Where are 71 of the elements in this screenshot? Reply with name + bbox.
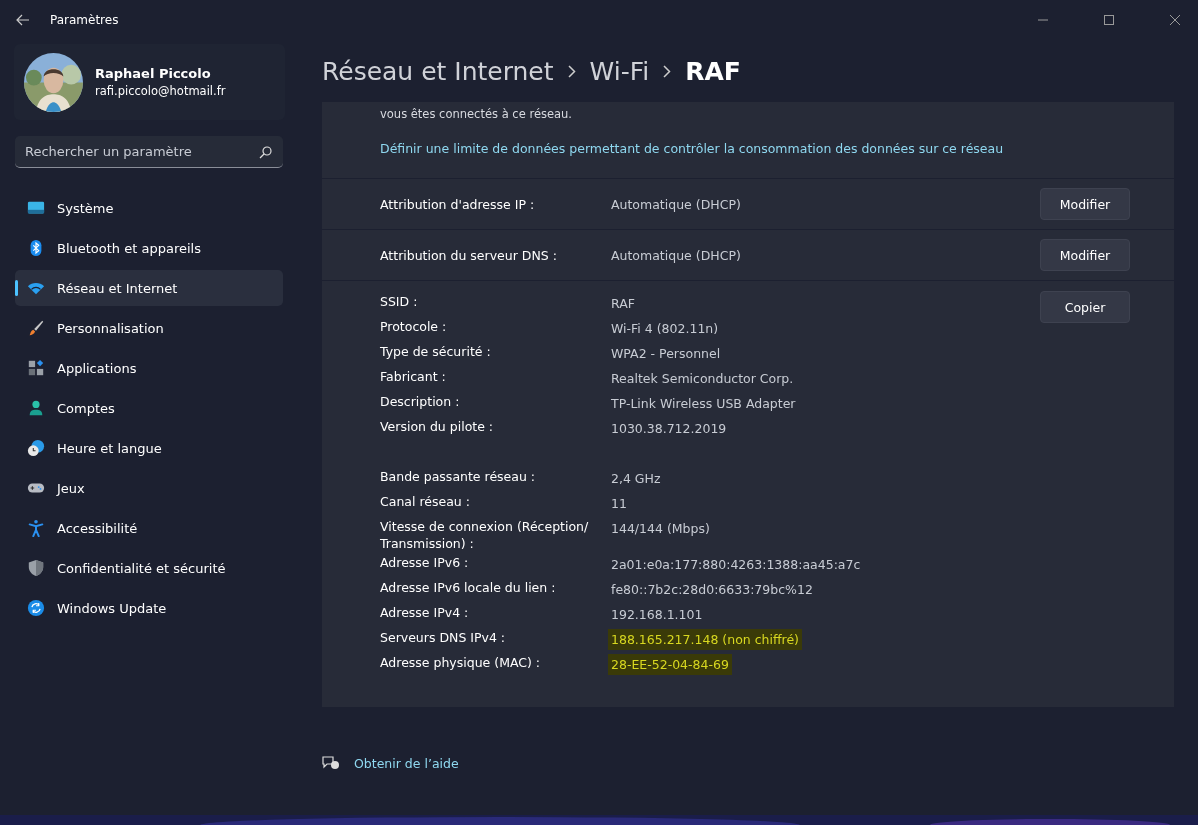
property-value: fe80::7b2c:28d0:6633:79bc%12 [610, 581, 814, 599]
property-label: SSID : [380, 293, 419, 310]
property-value: TP-Link Wireless USB Adapter [610, 395, 797, 413]
property-label: Version du pilote : [380, 418, 495, 435]
sidebar-item[interactable]: Accessibilité [15, 510, 283, 546]
property-label: Vitesse de connexion (Réception/ Transmission) : [380, 518, 590, 552]
sidebar-item[interactable]: Applications [15, 350, 283, 386]
chevron-icon [567, 64, 576, 78]
property-value: WPA2 - Personnel [610, 345, 722, 363]
sidebar-item[interactable]: Heure et langue [15, 430, 283, 466]
sidebar-item[interactable]: Comptes [15, 390, 283, 426]
copy-button[interactable]: Copier [1040, 291, 1130, 323]
user-email: rafi.piccolo@hotmail.fr [95, 84, 226, 98]
breadcrumb-link[interactable]: Réseau et Internet [322, 56, 554, 86]
page-title: RAF [685, 56, 741, 86]
user-card[interactable]: Raphael Piccolo rafi.piccolo@hotmail.fr [14, 44, 285, 120]
user-name: Raphael Piccolo [95, 66, 212, 81]
property-value: Wi-Fi 4 (802.11n) [610, 320, 720, 338]
data-limit-link[interactable]: Définir une limite de données permettant de contrôler la consommation des données sur ce réseau [380, 141, 1004, 156]
property-value: Realtek Semiconductor Corp. [610, 370, 795, 388]
setting-value: Automatique (DHCP) [611, 196, 742, 212]
accessibility-icon [27, 519, 45, 537]
setting-label: Attribution du serveur DNS : [380, 247, 558, 263]
close-icon [1170, 15, 1180, 25]
window-title: Paramètres [50, 13, 119, 27]
property-value: 1030.38.712.2019 [610, 420, 728, 438]
clock-globe-icon [27, 439, 45, 457]
property-label: Serveurs DNS IPv4 : [380, 629, 507, 646]
sidebar-item[interactable]: Jeux [15, 470, 283, 506]
sidebar-item[interactable]: Confidentialité et sécurité [15, 550, 283, 586]
sidebar-item[interactable]: Système [15, 190, 283, 226]
breadcrumb-link[interactable]: Wi-Fi [589, 56, 650, 86]
property-label: Type de sécurité : [380, 343, 492, 360]
sidebar-item[interactable]: Personnalisation [15, 310, 283, 346]
setting-label: Attribution d'adresse IP : [380, 196, 536, 212]
property-label: Bande passante réseau : [380, 468, 537, 485]
property-value: RAF [610, 295, 636, 313]
edit-button[interactable]: Modifier [1040, 188, 1130, 220]
search-icon [259, 146, 272, 159]
help-icon [322, 755, 340, 771]
person-icon [27, 399, 45, 417]
brush-icon [27, 319, 45, 337]
shield-icon [27, 559, 45, 577]
property-value: 188.165.217.148 (non chiffré) [608, 629, 802, 650]
property-label: Adresse IPv4 : [380, 604, 470, 621]
property-value: 144/144 (Mbps) [610, 520, 711, 538]
property-label: Adresse IPv6 locale du lien : [380, 579, 557, 596]
property-label: Adresse physique (MAC) : [380, 654, 542, 671]
property-value: 11 [610, 495, 628, 513]
edit-button[interactable]: Modifier [1040, 239, 1130, 271]
property-value: 192.168.1.101 [610, 606, 704, 624]
property-value: 28-EE-52-04-84-69 [608, 654, 732, 675]
search-field[interactable]: Rechercher un paramètre [15, 136, 283, 168]
chevron-icon [663, 64, 672, 78]
apps-icon [27, 359, 45, 377]
sidebar-item[interactable]: Windows Update [15, 590, 283, 626]
sidebar-item[interactable]: Réseau et Internet [15, 270, 283, 306]
maximize-icon [1104, 15, 1114, 25]
property-value: 2,4 GHz [610, 470, 662, 488]
update-icon [27, 599, 45, 617]
setting-value: Automatique (DHCP) [611, 247, 742, 263]
property-label: Canal réseau : [380, 493, 471, 510]
description-text: vous êtes connectés à ce réseau. [380, 107, 573, 121]
property-label: Adresse IPv6 : [380, 554, 470, 571]
property-label: Protocole : [380, 318, 448, 335]
help-link[interactable]: Obtenir de l’aide [354, 755, 459, 771]
sidebar-item[interactable]: Bluetooth et appareils [15, 230, 283, 266]
back-arrow-icon[interactable] [16, 14, 30, 26]
property-label: Fabricant : [380, 368, 447, 385]
property-value: 2a01:e0a:177:880:4263:1388:aa45:a7c [610, 556, 862, 574]
property-label: Description : [380, 393, 461, 410]
